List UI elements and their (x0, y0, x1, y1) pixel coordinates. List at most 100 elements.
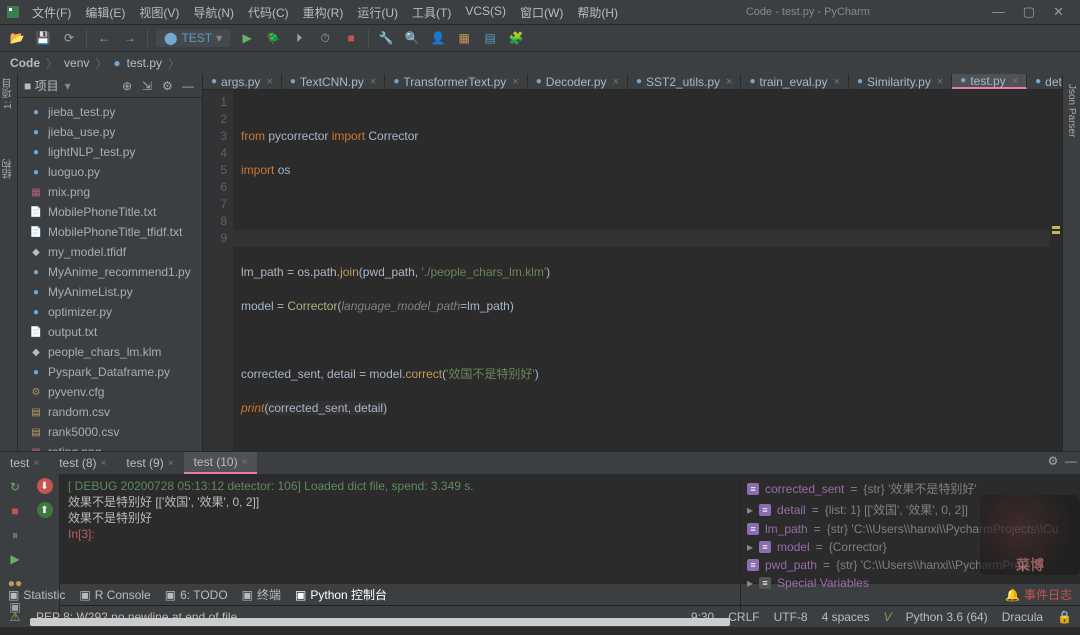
toolwindow-tab[interactable]: ▣ 终端 (242, 586, 281, 603)
variable-item[interactable]: ▸≡model = {Corrector} (747, 538, 1074, 556)
forward-icon[interactable]: → (121, 29, 139, 47)
run-gear-icon[interactable]: ⚙ (1044, 452, 1062, 470)
file-item[interactable]: ▤rank5000.csv (18, 422, 202, 442)
menu-item[interactable]: 帮助(H) (571, 2, 624, 23)
editor-tab[interactable]: ●TextCNN.py× (282, 74, 386, 89)
reload-icon[interactable]: ⟳ (60, 29, 78, 47)
variable-item[interactable]: ≡corrected_sent = {str} '效果不是特别好' (747, 478, 1074, 499)
console-output[interactable]: [ DEBUG 20200728 05:13:12 detector: 106]… (60, 474, 740, 616)
close-icon[interactable]: × (937, 76, 943, 88)
pause-icon[interactable]: ⏸ (6, 526, 24, 544)
debug-icon[interactable]: 🪲 (264, 29, 282, 47)
back-icon[interactable]: ← (95, 29, 113, 47)
expand-arrow-icon[interactable]: ▸ (747, 576, 753, 590)
menu-item[interactable]: 重构(R) (297, 2, 350, 23)
close-icon[interactable]: × (834, 76, 840, 88)
close-button[interactable]: ✕ (1053, 4, 1064, 20)
editor-tab[interactable]: ●SST2_utils.py× (628, 74, 742, 89)
hide-panel-icon[interactable]: — (182, 79, 196, 93)
run-coverage-icon[interactable]: ⏵ (290, 29, 308, 47)
close-icon[interactable]: × (726, 76, 732, 88)
close-icon[interactable]: × (33, 458, 39, 469)
variable-item[interactable]: ▸≡detail = {list: 1} [['效国', '效果', 0, 2]… (747, 499, 1074, 520)
search-icon[interactable]: 🔍 (403, 29, 421, 47)
stop2-icon[interactable]: ■ (6, 502, 24, 520)
status-python[interactable]: Python 3.6 (64) (906, 610, 988, 624)
menu-item[interactable]: 运行(U) (351, 2, 404, 23)
file-item[interactable]: ●MyAnime_recommend1.py (18, 262, 202, 282)
status-indent[interactable]: 4 spaces (822, 610, 870, 624)
menu-item[interactable]: VCS(S) (459, 2, 512, 23)
toolwindow-tab[interactable]: ▣ R Console (79, 588, 150, 602)
file-item[interactable]: ▦rating.png (18, 442, 202, 451)
run-hide-icon[interactable]: — (1062, 452, 1080, 470)
breadcrumb-root[interactable]: Code (10, 56, 40, 70)
menu-item[interactable]: 工具(T) (406, 2, 457, 23)
close-icon[interactable]: × (613, 76, 619, 88)
run-tab[interactable]: test× (0, 452, 49, 474)
file-item[interactable]: ●Pyspark_Dataframe.py (18, 362, 202, 382)
file-item[interactable]: ●MyAnimeList.py (18, 282, 202, 302)
warning-marker[interactable] (1052, 226, 1060, 229)
menu-item[interactable]: 文件(F) (26, 2, 77, 23)
close-icon[interactable]: × (370, 76, 376, 88)
status-theme[interactable]: Dracula (1002, 610, 1043, 624)
file-item[interactable]: ▤random.csv (18, 402, 202, 422)
rerun-icon[interactable]: ↻ (6, 478, 24, 496)
project-tab-label[interactable]: ■ 项目 (24, 77, 59, 94)
plugin-icon-2[interactable]: ▤ (481, 29, 499, 47)
collapse-all-icon[interactable]: ⇲ (142, 79, 156, 93)
file-item[interactable]: 📄output.txt (18, 322, 202, 342)
editor-tab[interactable]: ●args.py× (203, 74, 282, 89)
expand-arrow-icon[interactable]: ▸ (747, 503, 753, 517)
editor-code[interactable]: from pycorrector import Corrector import… (233, 90, 1050, 451)
file-item[interactable]: ●optimizer.py (18, 302, 202, 322)
sidebar-project-tab[interactable]: 1: 项目 (1, 78, 16, 109)
puzzle-icon[interactable]: 🧩 (507, 29, 525, 47)
file-item[interactable]: ●luoguo.py (18, 162, 202, 182)
select-opened-icon[interactable]: ⊕ (122, 79, 136, 93)
variable-item[interactable]: ≡lm_path = {str} 'C:\\Users\\hanxi\\Pych… (747, 520, 1074, 538)
file-item[interactable]: ⚙pyvenv.cfg (18, 382, 202, 402)
editor-tab[interactable]: ●Similarity.py× (849, 74, 952, 89)
json-parser-tab[interactable]: Json Parser (1066, 84, 1077, 137)
minimize-button[interactable]: — (992, 4, 1005, 20)
editor-tab[interactable]: ●Decoder.py× (528, 74, 628, 89)
file-item[interactable]: ◆people_chars_lm.klm (18, 342, 202, 362)
file-item[interactable]: ●lightNLP_test.py (18, 142, 202, 162)
play2-icon[interactable]: ▶ (6, 550, 24, 568)
editor-tab[interactable]: ●test.py× (952, 74, 1027, 89)
status-lineend[interactable]: CRLF (728, 610, 759, 624)
variable-item[interactable]: ≡pwd_path = {str} 'C:\\Users\\hanxi\\Pyc… (747, 556, 1074, 574)
save-icon[interactable]: 💾 (34, 29, 52, 47)
expand-arrow-icon[interactable]: ▸ (747, 540, 753, 554)
filter-icon[interactable]: ⬆ (37, 502, 53, 518)
status-lock-icon[interactable]: 🔒 (1057, 610, 1072, 624)
close-icon[interactable]: × (266, 76, 272, 88)
file-item[interactable]: ●jieba_test.py (18, 102, 202, 122)
close-icon[interactable]: × (1012, 75, 1018, 87)
breadcrumb-file[interactable]: test.py (127, 56, 162, 70)
run-tab[interactable]: test (8)× (49, 452, 116, 474)
menu-item[interactable]: 导航(N) (187, 2, 240, 23)
file-item[interactable]: 📄MobilePhoneTitle_tfidf.txt (18, 222, 202, 242)
menu-item[interactable]: 视图(V) (133, 2, 185, 23)
run-tab[interactable]: test (9)× (116, 452, 183, 474)
profile-icon[interactable]: ⏱ (316, 29, 334, 47)
close-icon[interactable]: × (101, 458, 107, 469)
toolwindow-tab[interactable]: ▣ 6: TODO (165, 588, 228, 602)
menu-item[interactable]: 代码(C) (242, 2, 295, 23)
stop-icon[interactable]: ■ (342, 29, 360, 47)
close-icon[interactable]: × (512, 76, 518, 88)
file-item[interactable]: ▦mix.png (18, 182, 202, 202)
close-icon[interactable]: × (168, 458, 174, 469)
warning-marker[interactable] (1052, 231, 1060, 234)
wrench-icon[interactable]: 🔧 (377, 29, 395, 47)
scroll-end-icon[interactable]: ⬇ (37, 478, 53, 494)
menu-item[interactable]: 窗口(W) (514, 2, 569, 23)
avatar-icon[interactable]: 👤 (429, 29, 447, 47)
file-item[interactable]: 📄MobilePhoneTitle.txt (18, 202, 202, 222)
toolwindow-tab[interactable]: ▣ Python 控制台 (295, 586, 387, 603)
run-config-selector[interactable]: ⬤ TEST ▾ (156, 29, 230, 47)
close-icon[interactable]: × (242, 457, 248, 468)
